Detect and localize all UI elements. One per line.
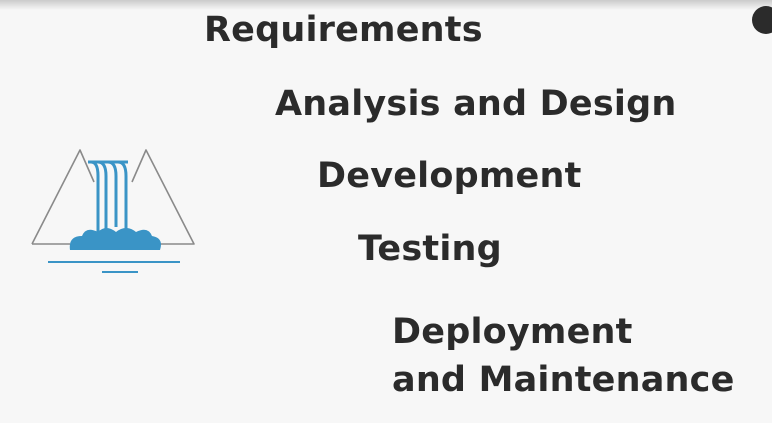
waterfall-icon <box>31 149 195 273</box>
corner-button[interactable] <box>752 6 772 34</box>
splash-cloud <box>69 228 161 250</box>
stage-line: Testing <box>358 229 502 269</box>
stage-line: Requirements <box>204 10 483 50</box>
stage-line: Deployment <box>392 312 633 352</box>
stage-requirements: Requirements <box>204 6 483 54</box>
stage-line: Development <box>317 156 582 196</box>
fall-stream-3 <box>107 160 118 227</box>
slide: Requirements Analysis and Design Develop… <box>0 0 772 423</box>
stage-deployment-and-maintenance: Deployment and Maintenance <box>392 308 735 404</box>
left-mountain <box>31 149 95 245</box>
fall-stream-1 <box>90 160 100 232</box>
stage-analysis-and-design: Analysis and Design <box>275 80 676 128</box>
stage-line: Analysis and Design <box>275 84 677 124</box>
fall-stream-4 <box>117 160 128 230</box>
stage-testing: Testing <box>358 225 502 273</box>
right-mountain <box>131 149 195 245</box>
stage-development: Development <box>317 152 582 200</box>
stage-line: and Maintenance <box>392 360 735 400</box>
